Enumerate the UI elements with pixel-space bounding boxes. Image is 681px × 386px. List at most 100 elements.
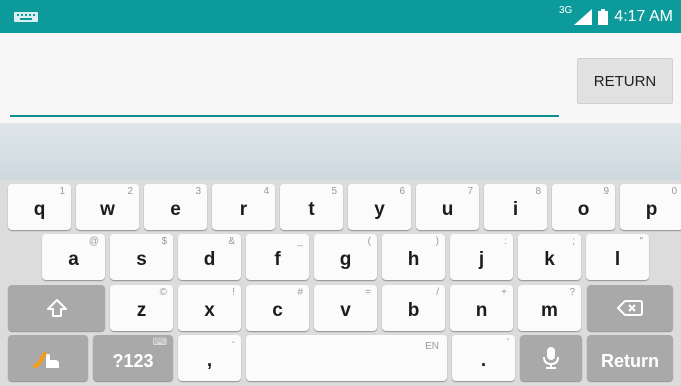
key-label: e	[170, 199, 181, 220]
key-c[interactable]: c #	[246, 285, 309, 331]
space-key[interactable]: EN	[246, 335, 447, 381]
key-x[interactable]: x!	[178, 285, 241, 331]
key-n[interactable]: n +	[450, 285, 513, 331]
backspace-key[interactable]	[587, 285, 673, 331]
key-hint: ©	[159, 287, 167, 298]
key-m[interactable]: m?	[518, 285, 581, 331]
key-hint: 6	[399, 186, 405, 197]
key-label: r	[239, 199, 248, 220]
shift-icon	[46, 299, 67, 317]
return-key[interactable]: Return	[587, 335, 673, 381]
return-button[interactable]: RETURN	[577, 58, 673, 104]
key-a[interactable]: a @	[42, 234, 105, 280]
key-hint: 0	[671, 186, 677, 197]
key-hint: 8	[535, 186, 541, 197]
key-hint: +	[501, 287, 507, 298]
keyboard: q1w2e3r4t5y6u7i8o9p0 a @ s $ d & f _ g(h) j: k; l " …	[0, 180, 681, 386]
key-label: g	[339, 249, 352, 270]
key-w[interactable]: w2	[76, 184, 139, 230]
key-i[interactable]: i8	[484, 184, 547, 230]
symbols-key[interactable]: ?123 ⌨	[93, 335, 173, 381]
comma-key[interactable]: , -	[178, 335, 241, 381]
return-key-label: Return	[601, 350, 659, 371]
period-key[interactable]: . '	[452, 335, 515, 381]
text-input-field[interactable]	[10, 115, 559, 117]
key-label: c	[272, 300, 283, 321]
key-d[interactable]: d &	[178, 234, 241, 280]
shift-key[interactable]	[8, 285, 105, 331]
key-k[interactable]: k;	[518, 234, 581, 280]
key-label: p	[645, 199, 658, 220]
status-time: 4:17 AM	[614, 7, 673, 25]
key-hint: 1	[59, 186, 65, 197]
key-z[interactable]: z ©	[110, 285, 173, 331]
mic-key[interactable]	[520, 335, 582, 381]
mic-icon	[543, 347, 559, 369]
key-hint: 5	[331, 186, 337, 197]
key-label: i	[512, 199, 519, 220]
key-label: n	[475, 300, 488, 321]
key-hint: (	[367, 236, 371, 247]
key-hint: )	[435, 236, 439, 247]
key-label: k	[544, 249, 555, 270]
key-h[interactable]: h)	[382, 234, 445, 280]
key-hint: ?	[569, 287, 575, 298]
key-label: a	[68, 249, 79, 270]
key-label: o	[577, 199, 590, 220]
key-label: q	[33, 199, 46, 220]
key-t[interactable]: t5	[280, 184, 343, 230]
key-label: b	[407, 300, 420, 321]
key-s[interactable]: s $	[110, 234, 173, 280]
key-u[interactable]: u7	[416, 184, 479, 230]
symbols-key-hint: ⌨	[152, 337, 167, 348]
key-y[interactable]: y6	[348, 184, 411, 230]
key-b[interactable]: b /	[382, 285, 445, 331]
key-label: z	[136, 300, 147, 321]
period-key-label: .	[480, 350, 487, 371]
key-hint: :	[504, 236, 507, 247]
symbols-key-label: ?123	[112, 350, 154, 371]
key-e[interactable]: e3	[144, 184, 207, 230]
key-hint: _	[297, 236, 303, 247]
key-label: y	[374, 199, 385, 220]
swype-icon	[33, 352, 59, 368]
key-label: d	[203, 249, 216, 270]
comma-key-label: ,	[206, 350, 213, 371]
key-hint: 3	[195, 186, 201, 197]
comma-key-hint: -	[231, 337, 235, 348]
key-v[interactable]: v =	[314, 285, 377, 331]
key-hint: !	[232, 287, 235, 298]
key-label: l	[614, 249, 621, 270]
key-label: t	[308, 199, 315, 220]
key-q[interactable]: q1	[8, 184, 71, 230]
key-label: u	[441, 199, 454, 220]
key-label: w	[100, 199, 115, 220]
network-type: 3G	[558, 5, 573, 16]
key-hint: =	[365, 287, 371, 298]
key-l[interactable]: l "	[586, 234, 649, 280]
key-hint: 4	[263, 186, 269, 197]
key-label: h	[407, 249, 420, 270]
signal-icon	[574, 8, 593, 25]
key-label: m	[541, 300, 558, 321]
swype-key[interactable]	[8, 335, 88, 381]
key-hint: /	[436, 287, 439, 298]
key-label: x	[204, 300, 215, 321]
space-key-language: EN	[425, 341, 439, 352]
key-f[interactable]: f _	[246, 234, 309, 280]
battery-icon	[598, 8, 609, 25]
key-hint: ;	[572, 236, 575, 247]
key-label: v	[340, 300, 351, 321]
key-hint: &	[228, 236, 235, 247]
backspace-icon	[617, 300, 643, 316]
key-p[interactable]: p0	[620, 184, 681, 230]
key-hint: @	[88, 236, 99, 247]
key-hint: $	[161, 236, 167, 247]
status-bar: 3G 4:17 AM	[0, 0, 681, 33]
key-o[interactable]: o9	[552, 184, 615, 230]
key-hint: 2	[127, 186, 133, 197]
key-r[interactable]: r4	[212, 184, 275, 230]
key-g[interactable]: g(	[314, 234, 377, 280]
key-j[interactable]: j:	[450, 234, 513, 280]
key-label: f	[274, 249, 281, 270]
